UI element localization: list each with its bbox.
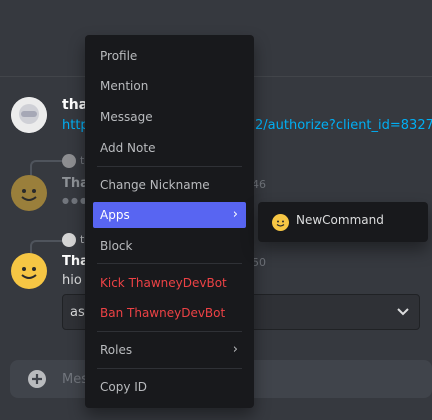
menu-item-roles-label: Roles bbox=[100, 343, 133, 357]
menu-item-mention[interactable]: Mention bbox=[93, 73, 246, 99]
menu-item-roles[interactable]: Roles › bbox=[93, 337, 246, 363]
reply-mini-avatar-2 bbox=[62, 233, 76, 247]
menu-item-apps[interactable]: Apps › bbox=[93, 202, 246, 228]
authorize-link-end[interactable]: 2/authorize?client_id=832771 bbox=[255, 118, 432, 133]
user-context-menu: Profile Mention Message Add Note Change … bbox=[85, 35, 254, 408]
menu-item-ban[interactable]: Ban ThawneyDevBot bbox=[93, 300, 246, 326]
menu-separator bbox=[97, 166, 242, 167]
add-attachment-icon[interactable] bbox=[28, 370, 46, 388]
menu-item-apps-label: Apps bbox=[100, 208, 130, 222]
chevron-right-icon: › bbox=[232, 342, 238, 357]
message-text: hio bbox=[62, 273, 82, 288]
bot-avatar[interactable] bbox=[11, 97, 47, 133]
message-timestamp-dim: 46 bbox=[252, 178, 266, 191]
menu-item-copy-id[interactable]: Copy ID bbox=[93, 374, 246, 400]
chevron-down-icon[interactable] bbox=[396, 304, 410, 323]
menu-item-block[interactable]: Block bbox=[93, 233, 246, 259]
submenu-item-newcommand[interactable]: NewCommand bbox=[296, 213, 384, 227]
menu-separator bbox=[97, 331, 242, 332]
app-avatar-icon bbox=[272, 214, 289, 231]
user-avatar[interactable] bbox=[11, 253, 47, 289]
menu-item-profile[interactable]: Profile bbox=[93, 43, 246, 69]
menu-item-kick[interactable]: Kick ThawneyDevBot bbox=[93, 270, 246, 296]
menu-separator bbox=[97, 368, 242, 369]
menu-item-add-note[interactable]: Add Note bbox=[93, 135, 246, 161]
message-timestamp: 50 bbox=[252, 256, 266, 269]
select-menu-value: as bbox=[70, 305, 85, 320]
menu-item-change-nickname[interactable]: Change Nickname bbox=[93, 172, 246, 198]
menu-item-message[interactable]: Message bbox=[93, 104, 246, 130]
reply-mini-avatar bbox=[62, 154, 76, 168]
apps-submenu: NewCommand bbox=[258, 202, 428, 242]
reply-connector bbox=[30, 160, 62, 176]
menu-separator bbox=[97, 263, 242, 264]
chevron-right-icon: › bbox=[232, 207, 238, 222]
user-avatar-dim[interactable] bbox=[11, 175, 47, 211]
